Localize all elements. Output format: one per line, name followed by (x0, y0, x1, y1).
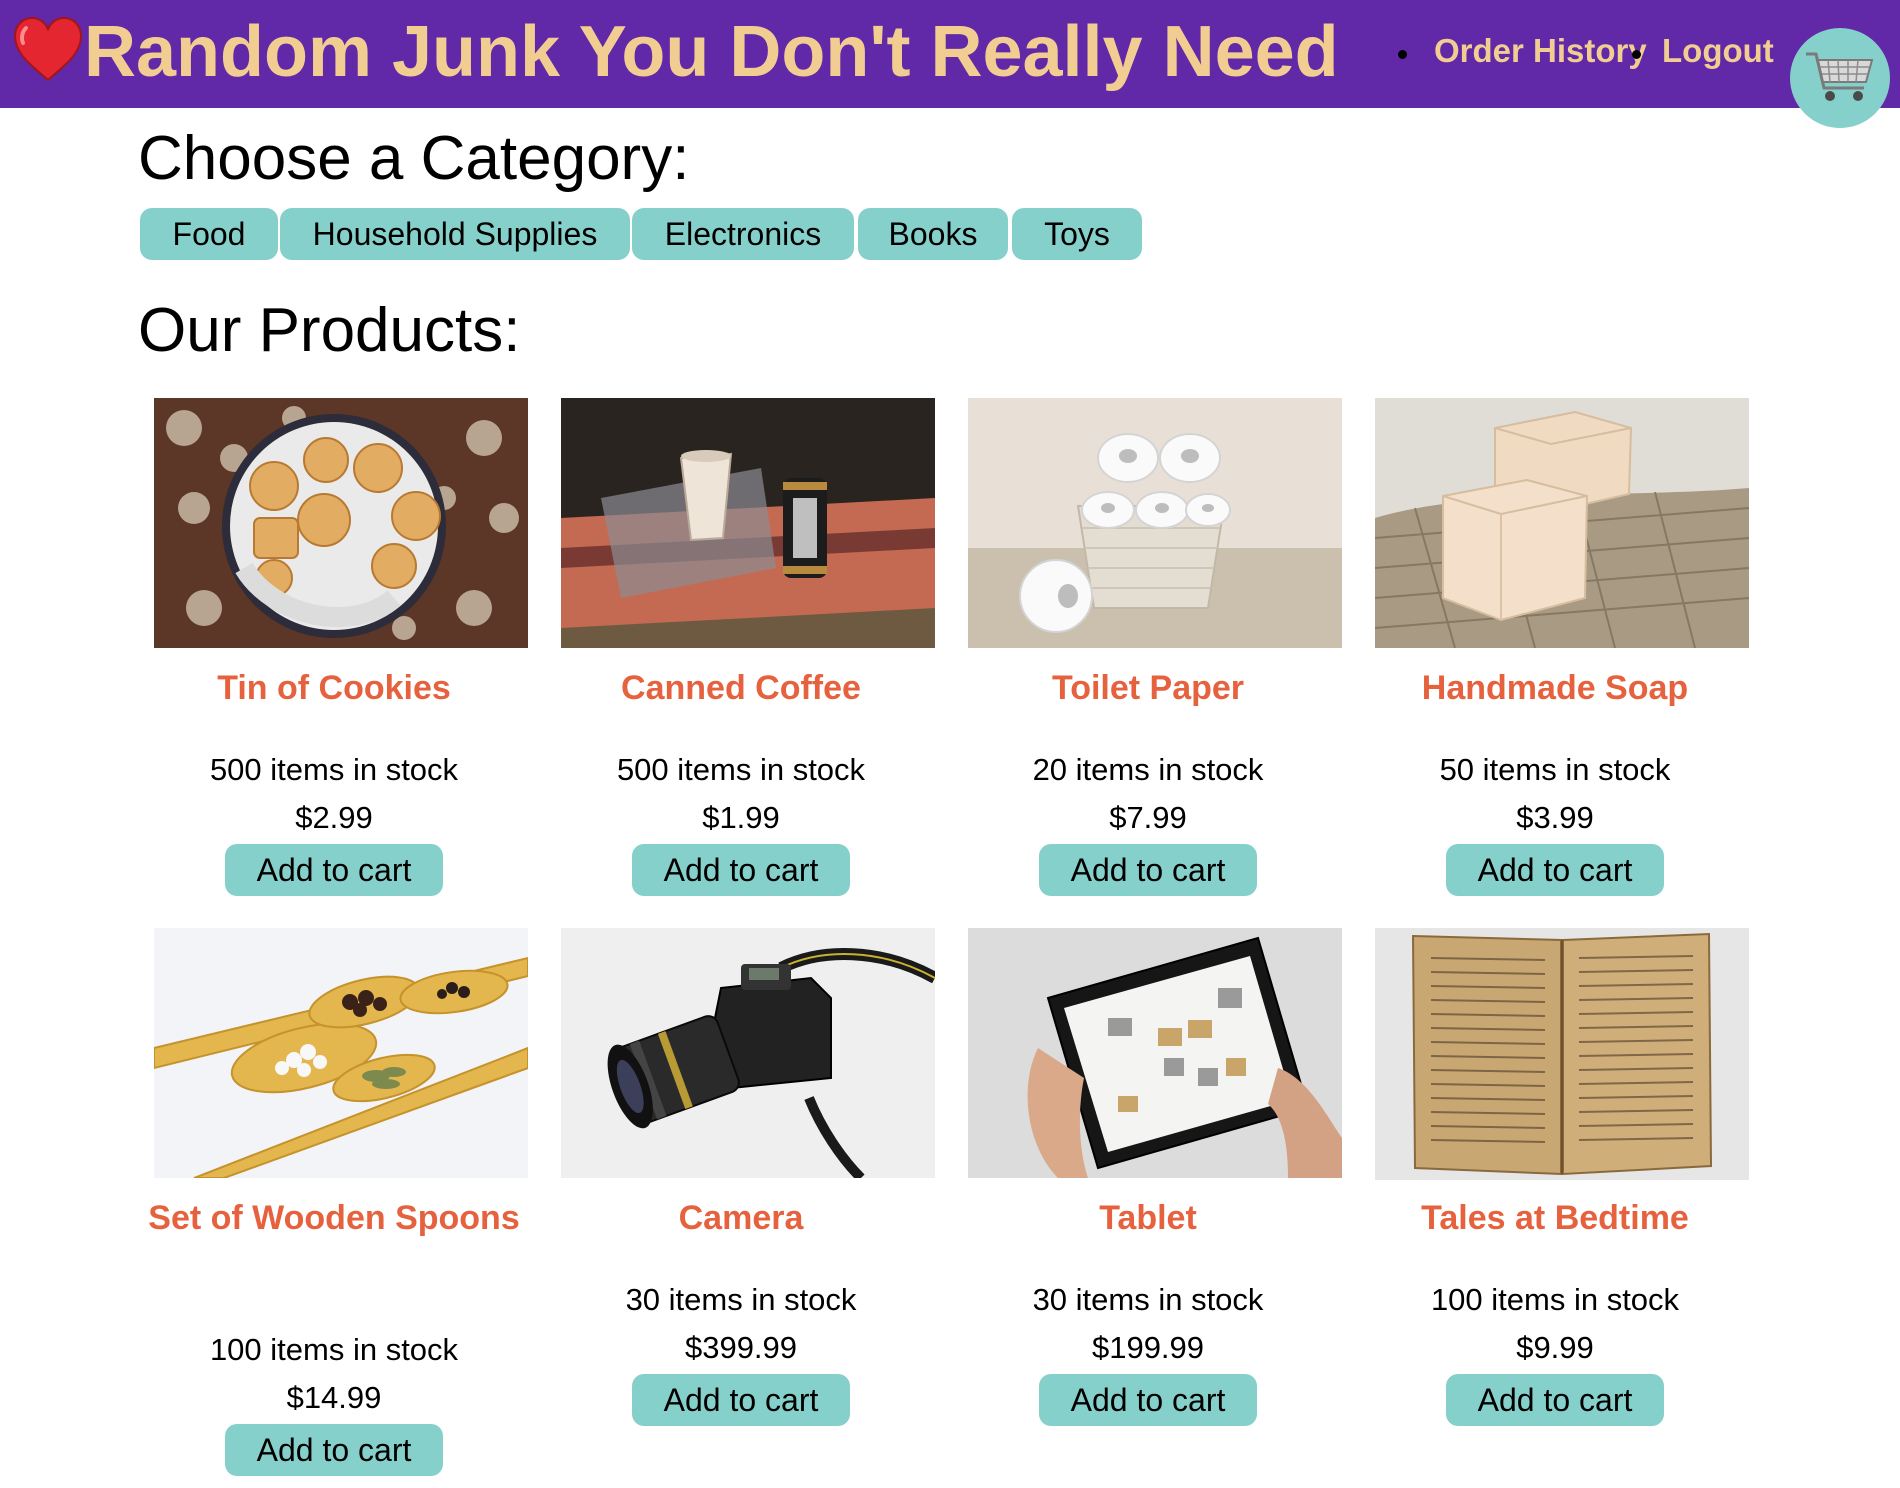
product-price: $9.99 (1516, 1330, 1594, 1365)
stock-count: 30 items in stock (625, 1282, 857, 1317)
stock-count: 50 items in stock (1439, 752, 1671, 787)
product-price: $199.99 (1091, 1330, 1205, 1365)
stock-count: 30 items in stock (1032, 1282, 1264, 1317)
nav-item-order-history: Order History (1390, 28, 1647, 74)
product-price: $1.99 (702, 800, 780, 835)
product-name[interactable]: Set of Wooden Spoons (139, 1192, 529, 1244)
add-to-cart-button[interactable]: Add to cart (632, 1374, 850, 1426)
category-household-supplies-button[interactable]: Household Supplies (280, 208, 630, 260)
product-name[interactable]: Tablet (953, 1192, 1343, 1244)
stock-count: 100 items in stock (209, 1332, 459, 1367)
add-to-cart-button[interactable]: Add to cart (225, 844, 443, 896)
add-to-cart-button[interactable]: Add to cart (632, 844, 850, 896)
product-details: 100 items in stock $14.99 Add to cart (139, 1326, 529, 1476)
product-name[interactable]: Canned Coffee (546, 662, 936, 714)
product-details: 500 items in stock $1.99 Add to cart (546, 746, 936, 896)
category-heading: Choose a Category: (138, 124, 690, 193)
category-food-button[interactable]: Food (140, 208, 278, 260)
product-details: 100 items in stock $9.99 Add to cart (1360, 1276, 1750, 1426)
product-image-tablet (968, 928, 1342, 1178)
product-price: $7.99 (1109, 800, 1187, 835)
category-toys-button[interactable]: Toys (1012, 208, 1142, 260)
product-details: 50 items in stock $3.99 Add to cart (1360, 746, 1750, 896)
add-to-cart-button[interactable]: Add to cart (1446, 1374, 1664, 1426)
product-image-camera (561, 928, 935, 1178)
product-details: 30 items in stock $199.99 Add to cart (953, 1276, 1343, 1426)
product-image-soap (1375, 398, 1749, 648)
site-header: Random Junk You Don't Really Need Order … (0, 0, 1900, 128)
product-name[interactable]: Tin of Cookies (139, 662, 529, 714)
product-image-coffee (561, 398, 935, 648)
add-to-cart-button[interactable]: Add to cart (225, 1424, 443, 1476)
product-image-wooden-spoons (154, 928, 528, 1178)
logout-link[interactable]: Logout (1662, 28, 1774, 74)
cart-button[interactable] (1790, 28, 1890, 128)
products-heading: Our Products: (138, 296, 521, 365)
stock-count: 500 items in stock (209, 752, 459, 787)
shopping-cart-icon (1806, 52, 1874, 101)
product-details: 500 items in stock $2.99 Add to cart (139, 746, 529, 896)
add-to-cart-button[interactable]: Add to cart (1446, 844, 1664, 896)
product-details: 20 items in stock $7.99 Add to cart (953, 746, 1343, 896)
product-name[interactable]: Handmade Soap (1360, 662, 1750, 714)
product-price: $399.99 (684, 1330, 798, 1365)
product-price: $3.99 (1516, 800, 1594, 835)
site-title: Random Junk You Don't Really Need (84, 12, 1339, 92)
nav-item-logout: Logout (1632, 28, 1774, 74)
stock-count: 20 items in stock (1032, 752, 1264, 787)
order-history-link[interactable]: Order History (1434, 28, 1647, 74)
category-electronics-button[interactable]: Electronics (632, 208, 854, 260)
bullet-icon (1398, 50, 1407, 59)
add-to-cart-button[interactable]: Add to cart (1039, 1374, 1257, 1426)
stock-count: 100 items in stock (1430, 1282, 1680, 1317)
product-image-cookies (154, 398, 528, 648)
product-details: 30 items in stock $399.99 Add to cart (546, 1276, 936, 1426)
category-books-button[interactable]: Books (858, 208, 1008, 260)
product-name[interactable]: Camera (546, 1192, 936, 1244)
product-price: $14.99 (286, 1380, 382, 1415)
bullet-icon (1632, 50, 1641, 59)
add-to-cart-button[interactable]: Add to cart (1039, 844, 1257, 896)
product-price: $2.99 (295, 800, 373, 835)
stock-count: 500 items in stock (616, 752, 866, 787)
product-image-book (1375, 928, 1749, 1180)
product-name[interactable]: Tales at Bedtime (1360, 1192, 1750, 1244)
heart-icon (13, 16, 83, 82)
product-image-toilet-paper (968, 398, 1342, 648)
product-name[interactable]: Toilet Paper (953, 662, 1343, 714)
